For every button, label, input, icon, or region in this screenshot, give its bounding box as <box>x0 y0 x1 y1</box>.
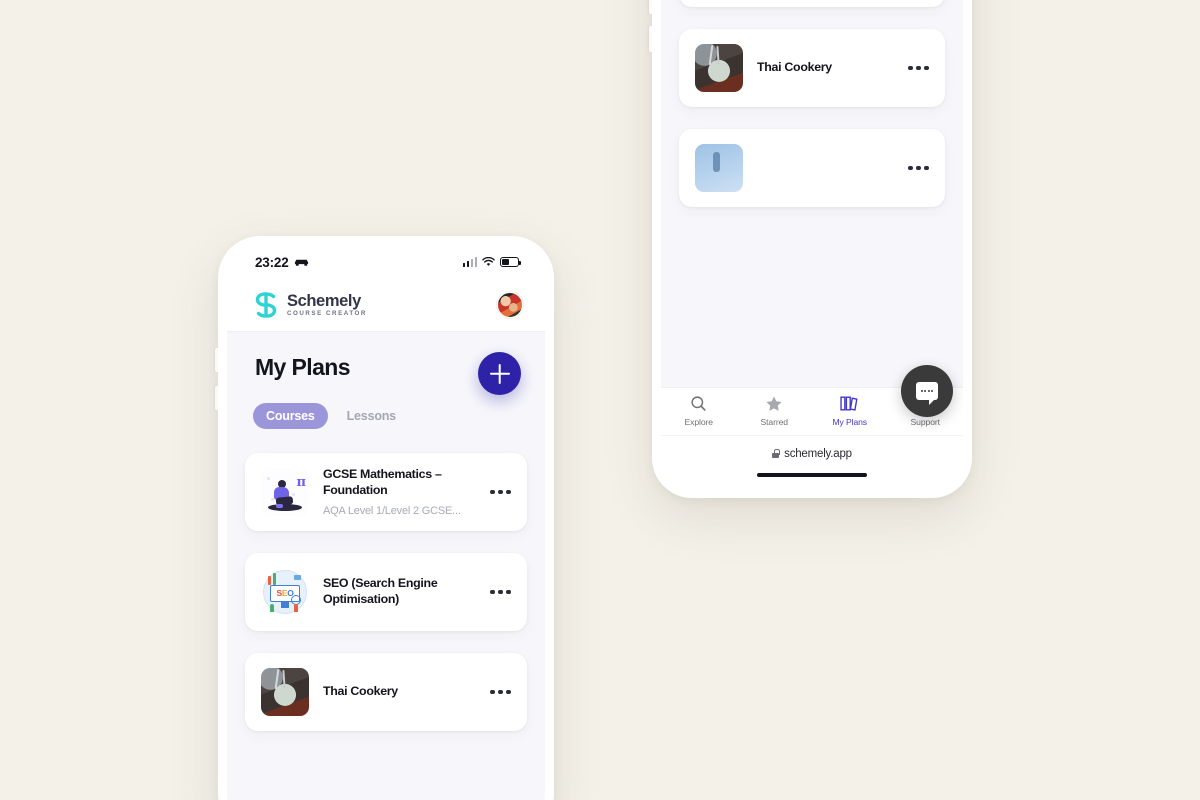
nav-label: My Plans <box>832 417 868 427</box>
bottom-bar-area: Explore Starred My Plans Support schemel… <box>661 365 963 489</box>
course-title: SEO (Search Engine Optimisation) <box>323 576 438 606</box>
back-course-card-list: π GCSE Mathematics – Foundation AQA Leve… <box>661 0 963 207</box>
overflow-menu-icon[interactable] <box>900 65 929 71</box>
avatar[interactable] <box>497 292 523 318</box>
course-subtitle: AQA Level 1/Level 2 GCSE... <box>323 504 461 517</box>
phone-front-screen: 23:22 Schemely COURSE CREATOR My Plans C… <box>227 245 545 800</box>
app-header: Schemely COURSE CREATOR <box>227 279 545 331</box>
tab-lessons[interactable]: Lessons <box>334 403 409 429</box>
pi-symbol-icon: π <box>296 475 306 490</box>
card-text-block: Thai Cookery <box>757 60 886 76</box>
card-text-block: GCSE Mathematics – Foundation AQA Level … <box>323 467 468 517</box>
seo-illustration-icon: SEO <box>261 568 309 616</box>
brand-name: Schemely <box>287 292 361 311</box>
overflow-menu-icon[interactable] <box>900 165 929 171</box>
card-text-block: Thai Cookery <box>323 684 468 700</box>
nav-item-my-plans[interactable]: My Plans <box>812 394 888 427</box>
nav-item-starred[interactable]: Starred <box>737 394 813 427</box>
phone-back-device: π GCSE Mathematics – Foundation AQA Leve… <box>649 0 972 498</box>
back-course-card-thai[interactable]: Thai Cookery <box>679 29 945 107</box>
volume-up-button[interactable] <box>215 348 218 372</box>
overflow-menu-icon[interactable] <box>482 489 511 495</box>
course-title: Thai Cookery <box>757 60 832 75</box>
star-icon <box>765 394 783 413</box>
volume-down-button[interactable] <box>215 386 218 410</box>
lock-icon <box>772 449 780 458</box>
plus-icon <box>490 364 510 384</box>
support-chat-button[interactable] <box>901 365 953 417</box>
signal-bars-icon <box>462 257 477 267</box>
course-card-seo[interactable]: SEO SEO (Search Engine Optimisation) <box>245 553 527 631</box>
course-card-thai[interactable]: Thai Cookery <box>245 653 527 731</box>
thai-food-photo-icon <box>261 668 309 716</box>
wifi-icon <box>482 257 495 266</box>
back-content-panel: π GCSE Mathematics – Foundation AQA Leve… <box>661 0 963 387</box>
brand-logo: Schemely COURSE CREATOR <box>253 291 367 319</box>
home-indicator <box>757 473 867 477</box>
blue-illustration-icon <box>695 144 743 192</box>
content-panel: My Plans Courses Lessons π GCSE Mathemat… <box>227 331 545 800</box>
status-bar: 23:22 <box>227 245 545 279</box>
search-icon <box>690 394 707 413</box>
course-card-list: π GCSE Mathematics – Foundation AQA Leve… <box>227 429 545 731</box>
books-icon <box>840 394 859 413</box>
brand-tagline: COURSE CREATOR <box>287 309 367 317</box>
course-title: GCSE Mathematics – Foundation <box>323 467 442 497</box>
chat-bubble-icon <box>916 382 938 405</box>
browser-url-bar[interactable]: schemely.app <box>661 435 963 471</box>
nav-item-explore[interactable]: Explore <box>661 394 737 427</box>
status-bar-right <box>462 257 521 267</box>
schemely-s-logo-icon <box>255 292 277 318</box>
nav-label: Explore <box>684 417 714 427</box>
phone-back-screen: π GCSE Mathematics – Foundation AQA Leve… <box>661 0 963 489</box>
back-course-card-seo[interactable]: SEO SEO (Search Engine Optimisation) <box>679 0 945 7</box>
volume-up-button[interactable] <box>649 0 652 14</box>
overflow-menu-icon[interactable] <box>482 689 511 695</box>
tab-courses[interactable]: Courses <box>253 403 328 429</box>
back-course-card-partial[interactable] <box>679 129 945 207</box>
phone-front-device: 23:22 Schemely COURSE CREATOR My Plans C… <box>215 236 554 800</box>
clock-time: 23:22 <box>255 254 289 270</box>
nav-label: Support <box>910 417 941 427</box>
url-text: schemely.app <box>784 447 852 460</box>
brand-text: Schemely COURSE CREATOR <box>287 293 367 317</box>
thai-food-photo-icon <box>695 44 743 92</box>
add-plan-button[interactable] <box>478 352 521 395</box>
course-title: Thai Cookery <box>323 684 398 699</box>
maths-illustration-icon: π <box>261 468 309 516</box>
volume-down-button[interactable] <box>649 26 652 52</box>
overflow-menu-icon[interactable] <box>482 589 511 595</box>
battery-icon <box>500 257 521 267</box>
card-text-block: SEO (Search Engine Optimisation) <box>323 576 468 608</box>
course-card-maths[interactable]: π GCSE Mathematics – Foundation AQA Leve… <box>245 453 527 531</box>
car-icon <box>294 259 308 266</box>
status-bar-left: 23:22 <box>255 255 309 270</box>
nav-label: Starred <box>760 417 789 427</box>
